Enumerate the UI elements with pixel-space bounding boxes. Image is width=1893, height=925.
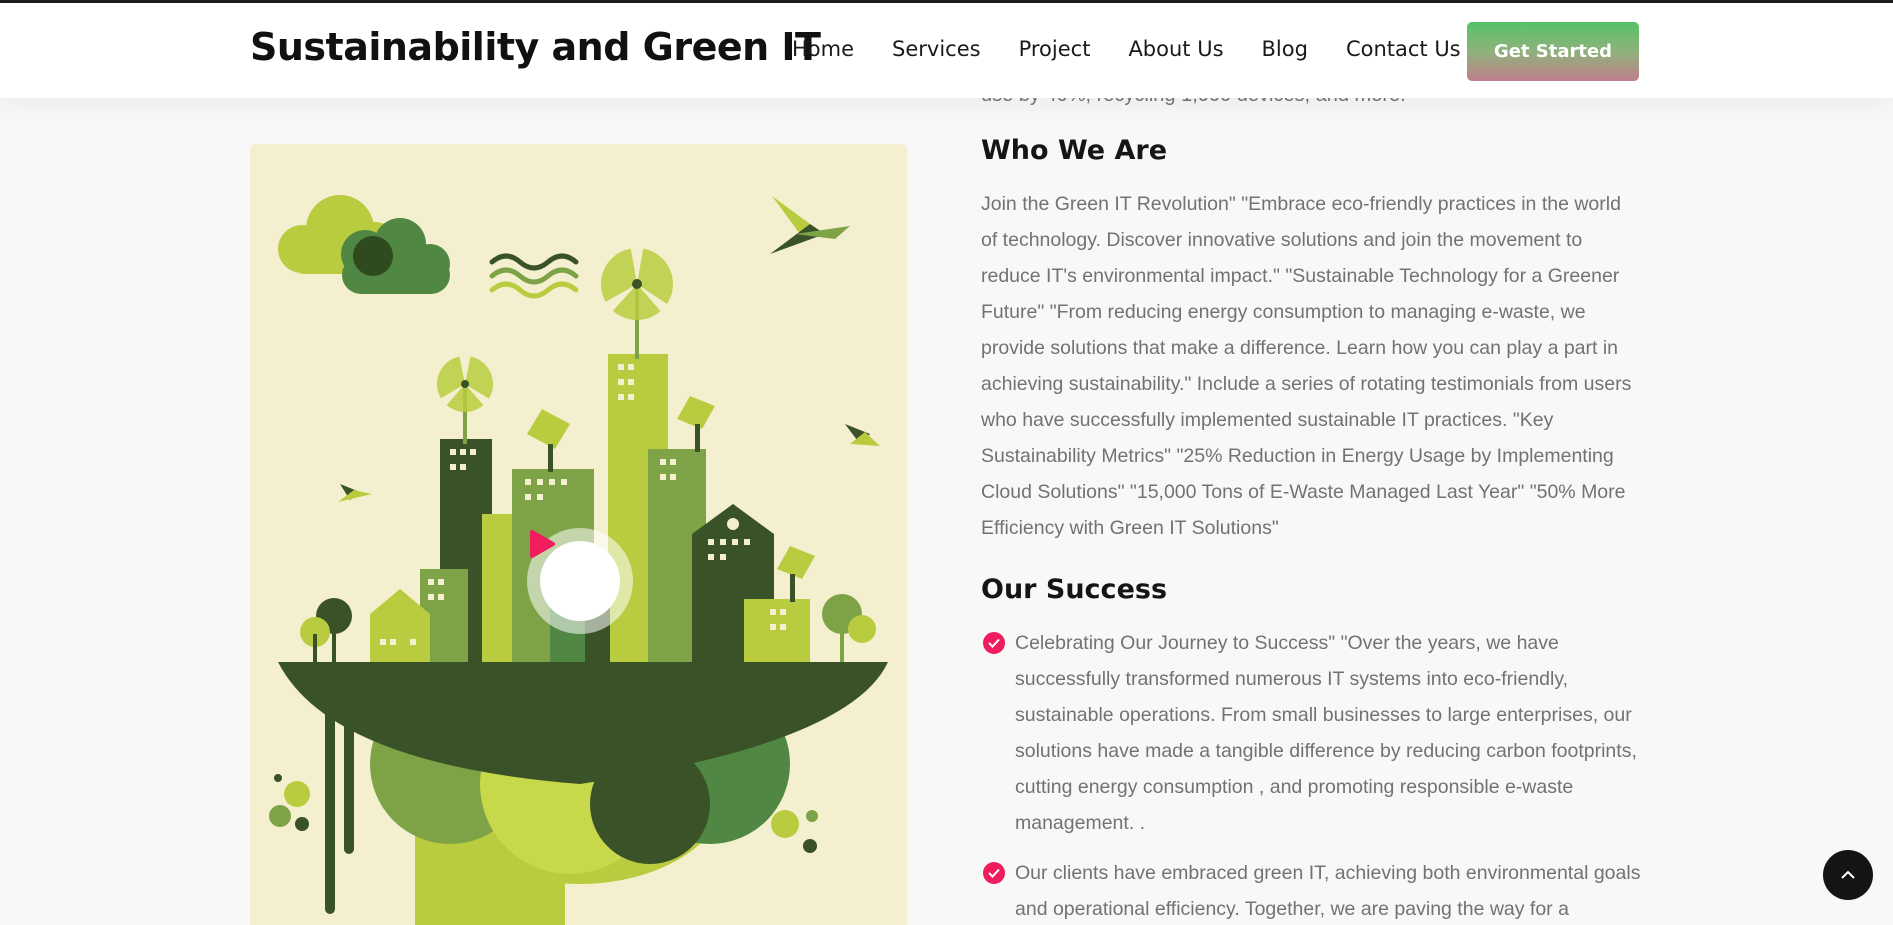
floating-island-graphic: [269, 662, 888, 925]
scroll-to-top-button[interactable]: [1823, 850, 1873, 900]
green-city-illustration: [250, 144, 907, 925]
play-icon: [530, 530, 555, 558]
nav-services[interactable]: Services: [892, 37, 981, 61]
who-we-are-text: Join the Green IT Revolution" "Embrace e…: [981, 193, 1632, 539]
check-circle-icon: [983, 862, 1005, 884]
play-video-button[interactable]: [527, 528, 633, 634]
nav-blog[interactable]: Blog: [1262, 37, 1308, 61]
site-brand[interactable]: Sustainability and Green IT: [250, 25, 821, 69]
wind-lines-graphic: [489, 253, 579, 299]
nav-contact-us[interactable]: Contact Us: [1346, 37, 1461, 61]
success-list: Celebrating Our Journey to Success" "Ove…: [981, 625, 1641, 925]
site-header: Sustainability and Green IT Home Service…: [0, 3, 1893, 98]
list-item-text: Celebrating Our Journey to Success" "Ove…: [1015, 632, 1637, 834]
play-button-inner[interactable]: [530, 530, 620, 621]
nav-project[interactable]: Project: [1019, 37, 1091, 61]
who-we-are-heading: Who We Are: [981, 135, 1168, 166]
top-border: [0, 0, 1893, 3]
nav-about-us[interactable]: About Us: [1128, 37, 1223, 61]
list-item: Celebrating Our Journey to Success" "Ove…: [981, 625, 1641, 841]
nav-home[interactable]: Home: [792, 37, 854, 61]
about-content: Who We Are Join the Green IT Revolution"…: [981, 135, 1641, 925]
cloud-graphic: [278, 195, 450, 294]
main-nav: Home Services Project About Us Blog Cont…: [792, 37, 1499, 61]
chevron-up-icon: [1841, 870, 1855, 879]
list-item: Our clients have embraced green IT, achi…: [981, 855, 1641, 925]
get-started-button[interactable]: Get Started: [1467, 22, 1639, 81]
list-item-text: Our clients have embraced green IT, achi…: [1015, 862, 1641, 920]
our-success-heading: Our Success: [981, 574, 1168, 605]
check-circle-icon: [983, 632, 1005, 654]
